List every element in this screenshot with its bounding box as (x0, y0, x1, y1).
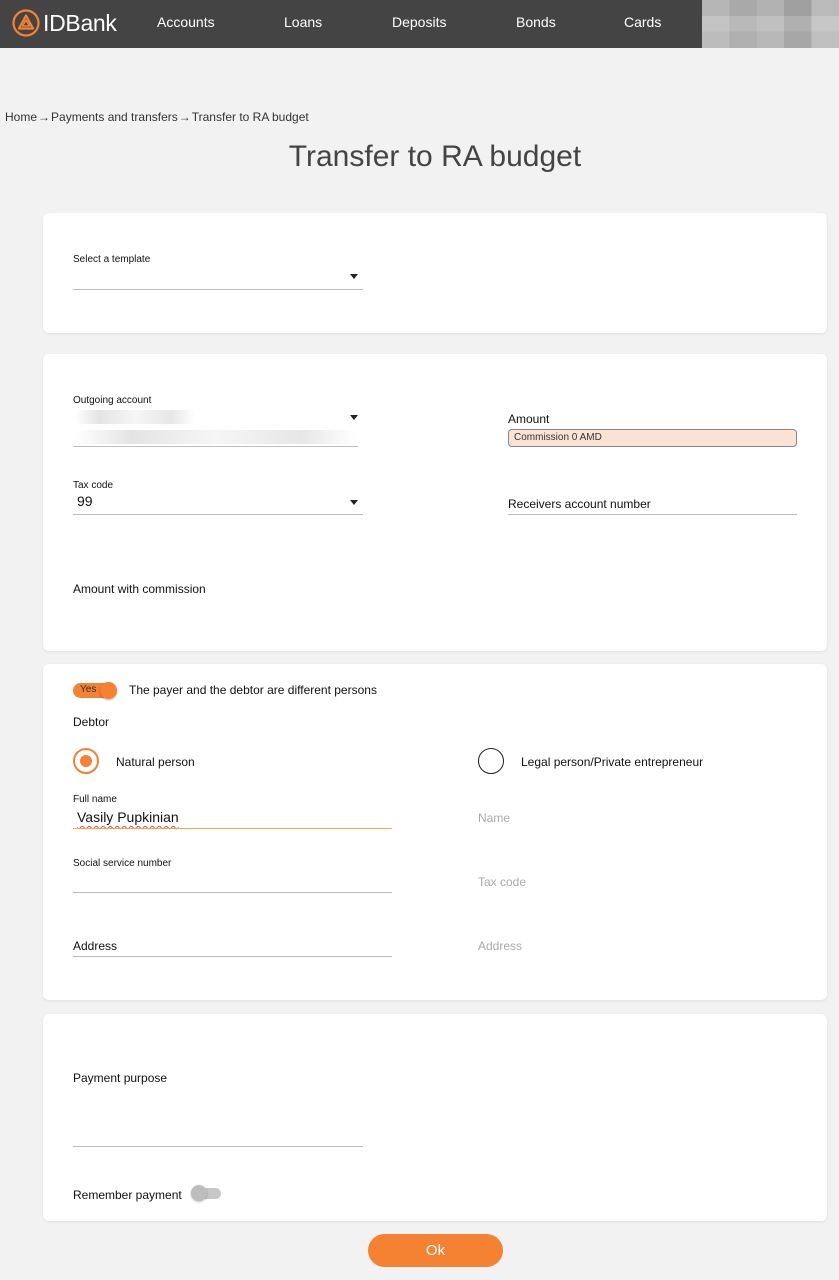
account-card: Outgoing account Amount Commission 0 AMD… (43, 354, 827, 651)
breadcrumb: Home → Payments and transfers → Transfer… (5, 110, 309, 124)
social-service-number-input[interactable] (73, 870, 392, 892)
template-dropdown-icon[interactable] (350, 274, 358, 279)
toggle-yes-text: Yes (80, 684, 97, 695)
receivers-account-input[interactable]: Receivers account number (508, 497, 651, 511)
full-name-input[interactable]: Vasily Pupkinian (77, 809, 179, 825)
breadcrumb-arrow-icon: → (178, 110, 191, 124)
address-underline (73, 956, 392, 957)
nav-item-bonds[interactable]: Bonds (516, 14, 556, 30)
legal-name-input: Name (478, 811, 511, 825)
nav-item-accounts[interactable]: Accounts (157, 14, 215, 30)
breadcrumb-payments-and-transfers[interactable]: Payments and transfers (51, 110, 178, 124)
template-select[interactable] (73, 265, 363, 289)
outgoing-account-label: Outgoing account (73, 395, 152, 406)
breadcrumb-current: Transfer to RA budget (191, 110, 309, 124)
payment-purpose-underline (73, 1146, 363, 1147)
logo-text: IDBank (43, 9, 117, 36)
top-navigation-bar: IDBank Accounts Loans Deposits Bonds Car… (0, 0, 839, 48)
breadcrumb-arrow-icon: → (38, 110, 51, 124)
template-label: Select a template (73, 254, 151, 265)
legal-tax-code-input: Tax code (478, 875, 527, 889)
idbank-logo[interactable]: IDBank (12, 9, 117, 37)
toggle-knob (191, 1185, 207, 1201)
debtor-card: Yes The payer and the debtor are differe… (43, 664, 827, 1000)
receivers-account-underline (508, 514, 797, 515)
payment-card: Payment purpose Remember payment (43, 1014, 827, 1221)
tax-code-select[interactable]: 99 (77, 493, 93, 509)
payment-purpose-label: Payment purpose (73, 1071, 168, 1085)
amount-label: Amount (508, 412, 550, 426)
toggle-knob (100, 682, 117, 699)
outgoing-account-select[interactable] (73, 408, 363, 448)
legal-person-radio[interactable] (478, 748, 504, 774)
different-persons-toggle[interactable]: Yes (73, 682, 117, 699)
social-service-number-label: Social service number (73, 858, 172, 869)
page-title: Transfer to RA budget (288, 140, 582, 173)
tax-code-underline (73, 514, 363, 515)
amount-with-commission-label: Amount with commission (73, 582, 206, 596)
payment-purpose-input[interactable] (73, 1086, 363, 1146)
account-name-redacted (75, 410, 195, 424)
idbank-logo-icon (12, 9, 40, 37)
address-input[interactable]: Address (73, 939, 117, 953)
commission-field: Commission 0 AMD (508, 429, 797, 447)
social-service-number-underline (73, 892, 392, 893)
legal-address-input: Address (478, 939, 523, 953)
template-card: Select a template (43, 213, 827, 333)
remember-payment-toggle[interactable] (191, 1185, 221, 1201)
full-name-label: Full name (73, 794, 117, 805)
breadcrumb-home[interactable]: Home (5, 110, 37, 124)
template-underline (73, 289, 363, 290)
account-number-redacted (75, 430, 357, 444)
outgoing-account-underline (73, 446, 358, 447)
nav-item-cards[interactable]: Cards (624, 14, 661, 30)
tax-code-dropdown-icon[interactable] (350, 500, 358, 505)
nav-item-loans[interactable]: Loans (284, 14, 322, 30)
natural-person-radio[interactable] (73, 748, 99, 774)
natural-person-label: Natural person (116, 755, 195, 769)
different-persons-label: The payer and the debtor are different p… (129, 683, 377, 697)
radio-selected-dot (80, 755, 92, 767)
legal-person-label: Legal person/Private entrepreneur (521, 755, 704, 769)
ok-button[interactable]: Ok (368, 1234, 503, 1267)
nav-item-deposits[interactable]: Deposits (392, 14, 446, 30)
remember-payment-label: Remember payment (73, 1188, 182, 1202)
debtor-label: Debtor (73, 715, 110, 729)
outgoing-account-dropdown-icon[interactable] (350, 415, 358, 420)
full-name-underline (73, 828, 392, 829)
tax-code-label: Tax code (73, 480, 114, 491)
user-profile-area[interactable] (702, 0, 839, 48)
